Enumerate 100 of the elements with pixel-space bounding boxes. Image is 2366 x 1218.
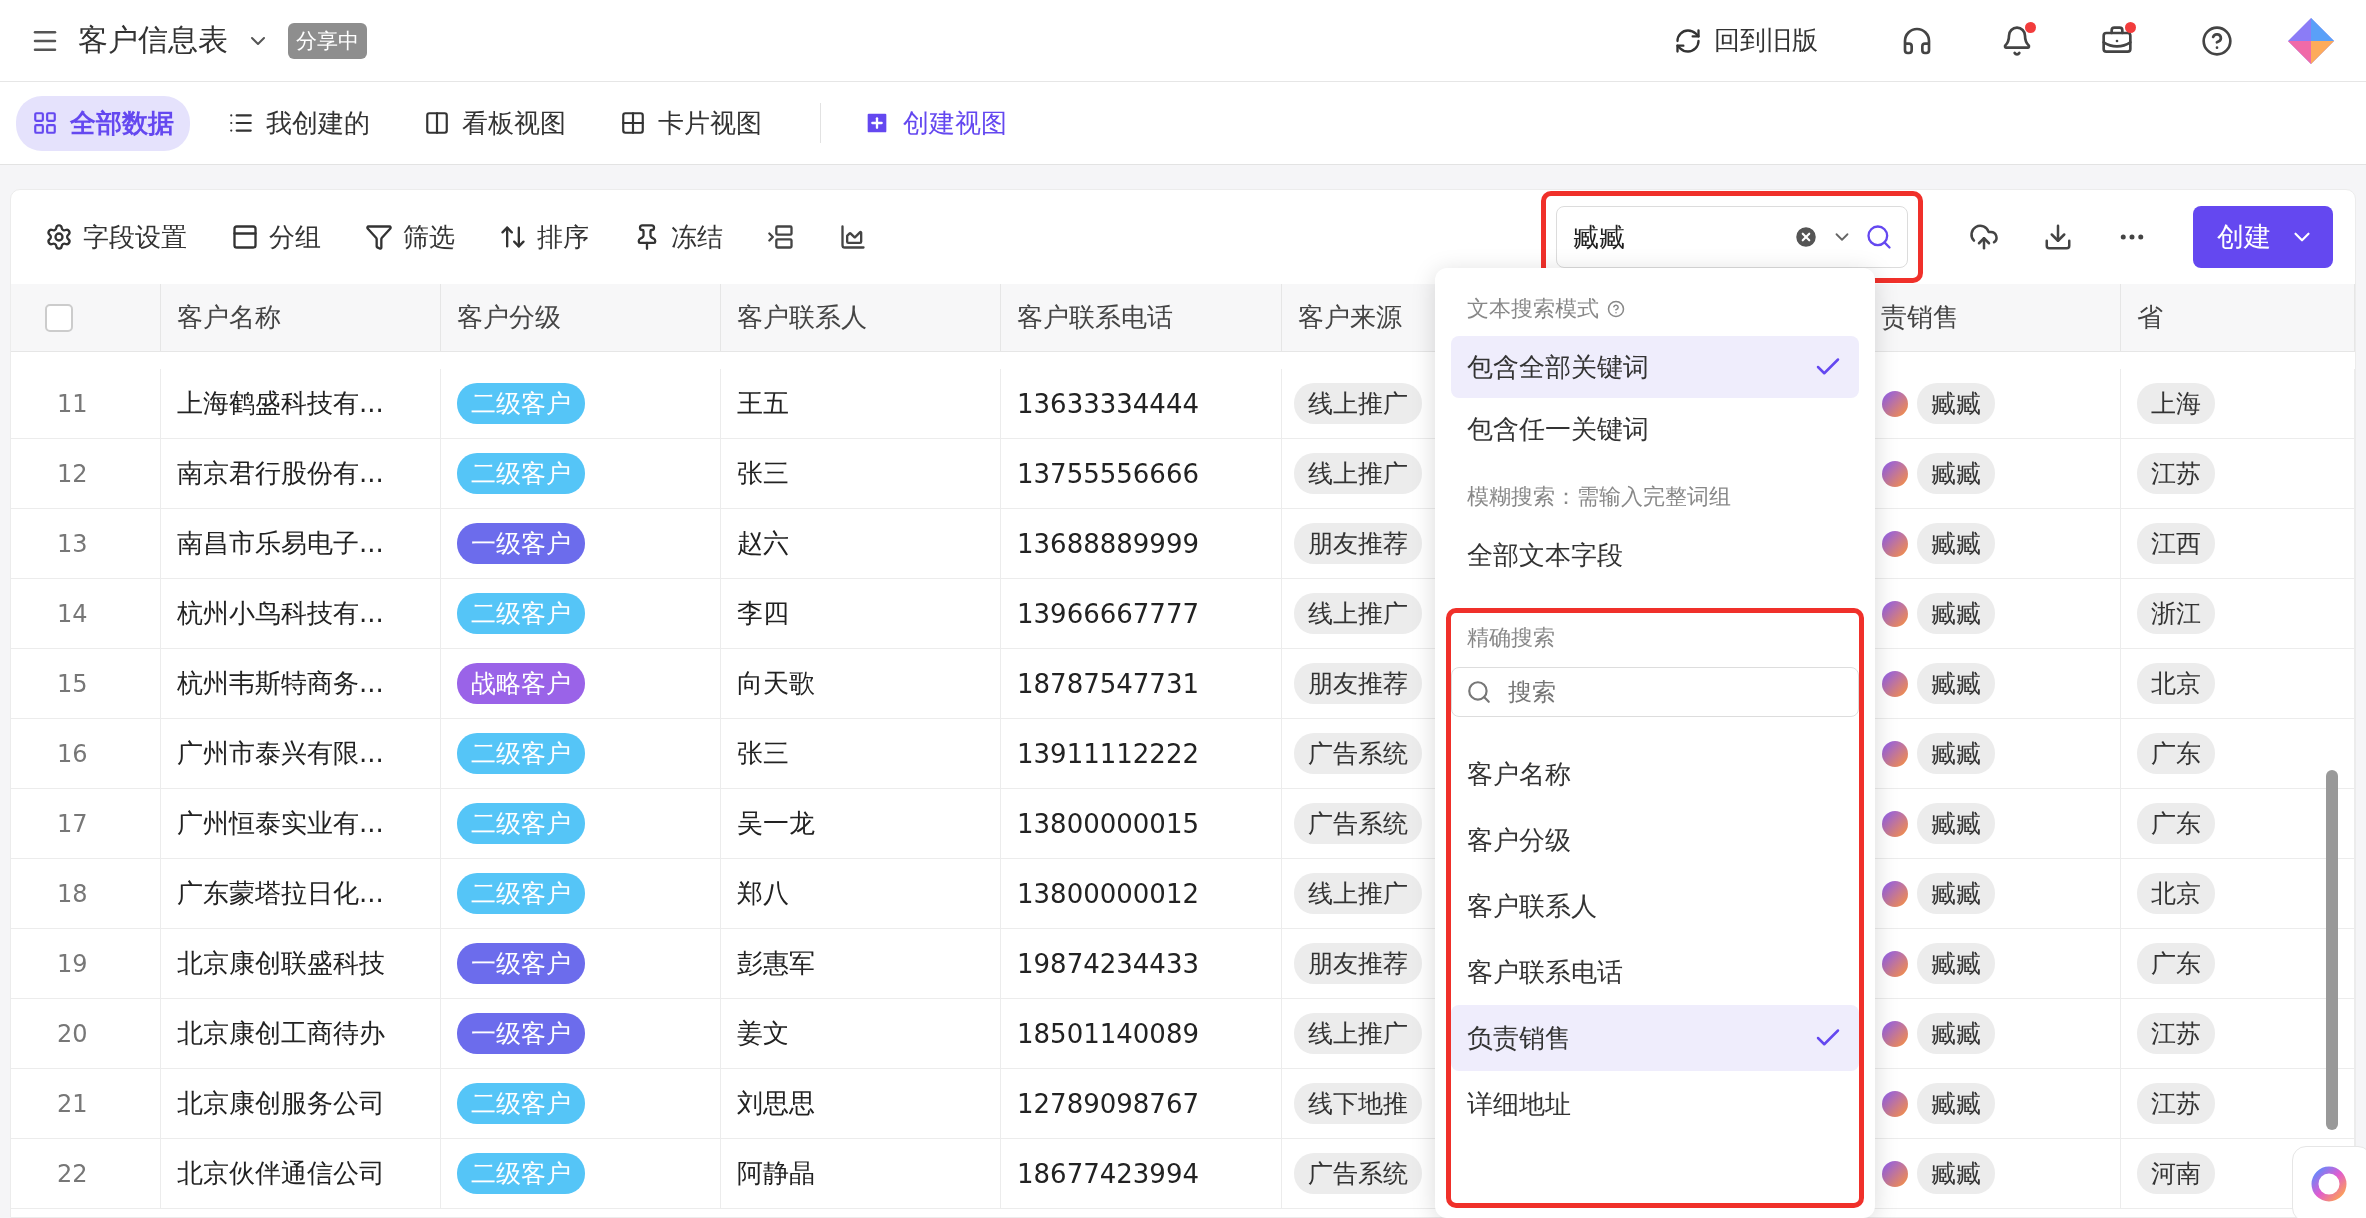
table-cell-text: 姜文 [737, 1017, 789, 1050]
clear-icon[interactable] [1793, 224, 1819, 250]
ring-icon [2309, 1164, 2349, 1204]
field-option[interactable]: 客户联系人 [1451, 873, 1859, 939]
search-icon [1466, 679, 1492, 705]
table-cell-text: 杭州小鸟科技有... [177, 597, 384, 630]
app-logo[interactable] [2286, 15, 2336, 66]
columns-icon [424, 110, 450, 136]
table-cell: 13911112222 [1017, 738, 1199, 769]
field-option[interactable]: 客户名称 [1451, 741, 1859, 807]
search-field[interactable]: 搜索 [1506, 677, 1844, 707]
table-cell: 13800000015 [1017, 808, 1199, 839]
avatar-icon [1881, 459, 1909, 488]
toolbar-button[interactable]: 筛选 [353, 213, 467, 261]
field-option[interactable]: 详细地址 [1451, 1071, 1859, 1137]
toolbar-button[interactable]: 冻结 [621, 213, 735, 261]
province-tag: 浙江 [2137, 593, 2215, 634]
menu-option[interactable]: 包含全部关键词 [1451, 336, 1859, 398]
avatar-icon [1881, 1089, 1909, 1118]
table-cell-text: 张三 [737, 457, 789, 490]
toolbar-button[interactable]: 排序 [487, 213, 601, 261]
tier-tag: 二级客户 [457, 1153, 585, 1194]
table-cell-text: 赵六 [737, 527, 789, 560]
view-tab[interactable]: 我创建的 [212, 95, 386, 151]
salesperson-tag: 臧臧 [1917, 873, 1995, 914]
row-number: 17 [57, 809, 88, 838]
create-button[interactable]: 创建 [2193, 206, 2333, 268]
table-cell-text: 北京康创联盛科技 [177, 947, 385, 980]
salesperson-tag: 臧臧 [1917, 663, 1995, 704]
select-all-checkbox[interactable] [45, 303, 73, 332]
province-tag: 广东 [2137, 733, 2215, 774]
tier-tag: 二级客户 [457, 1083, 585, 1124]
download-icon[interactable] [2043, 222, 2073, 252]
avatar-icon [1881, 1159, 1909, 1188]
salesperson-tag: 臧臧 [1917, 593, 1995, 634]
salesperson-tag: 臧臧 [1917, 523, 1995, 564]
toolbar-button[interactable]: 字段设置 [33, 213, 199, 261]
province-tag: 上海 [2137, 383, 2215, 424]
salesperson-tag: 臧臧 [1917, 803, 1995, 844]
upload-icon[interactable] [1969, 222, 1999, 252]
avatar-icon [1881, 389, 1909, 418]
source-tag: 线上推广 [1294, 1013, 1422, 1054]
province-tag: 河南 [2137, 1153, 2215, 1194]
section-label: 文本搜索模式 [1467, 295, 1599, 323]
table-cell-text: 吴一龙 [737, 807, 815, 840]
source-tag: 线上推广 [1294, 383, 1422, 424]
chart-icon[interactable] [839, 223, 867, 251]
table-cell-text: 阿静晶 [737, 1157, 815, 1190]
column-header: 客户名称 [177, 301, 281, 334]
avatar-icon [1881, 599, 1909, 628]
province-tag: 江苏 [2137, 1013, 2215, 1054]
field-option[interactable]: 负责销售 [1451, 1005, 1859, 1071]
row-number: 15 [57, 669, 88, 698]
table-cell-text: 张三 [737, 737, 789, 770]
table-cell-text: 广州市泰兴有限... [177, 737, 384, 770]
assistant-button[interactable] [2292, 1146, 2366, 1218]
create-view-link[interactable]: 创建视图 [863, 105, 1007, 141]
legacy-version-link[interactable]: 回到旧版 [1674, 23, 1818, 58]
source-tag: 朋友推荐 [1294, 523, 1422, 564]
source-tag: 广告系统 [1294, 733, 1422, 774]
sheet-title: 客户信息表 [78, 21, 228, 59]
source-tag: 广告系统 [1294, 1153, 1422, 1194]
refresh-icon [1674, 26, 1702, 55]
tier-tag: 二级客户 [457, 733, 585, 774]
toolbar-button[interactable]: 分组 [219, 213, 333, 261]
bell-icon[interactable] [2001, 24, 2033, 57]
field-search-input[interactable]: 搜索 [1451, 667, 1859, 717]
field-option[interactable]: 客户分级 [1451, 807, 1859, 873]
row-number: 13 [57, 529, 88, 558]
search-icon[interactable] [1865, 223, 1893, 251]
salesperson-tag: 臧臧 [1917, 943, 1995, 984]
tier-tag: 一级客户 [457, 1013, 585, 1054]
tier-tag: 二级客户 [457, 383, 585, 424]
search-bar[interactable]: 臧臧 [1556, 206, 1908, 268]
view-tab[interactable]: 全部数据 [16, 95, 190, 151]
field-option[interactable]: 客户联系电话 [1451, 939, 1859, 1005]
table-cell: 13633334444 [1017, 388, 1199, 419]
table-cell-text: 李四 [737, 597, 789, 630]
tier-tag: 二级客户 [457, 593, 585, 634]
menu-option[interactable]: 全部文本字段 [1451, 524, 1859, 586]
source-tag: 线下地推 [1294, 1083, 1422, 1124]
table-cell-text: 刘思思 [737, 1087, 815, 1120]
table-cell: 18677423994 [1017, 1158, 1199, 1189]
avatar-icon [1881, 879, 1909, 908]
section-label: 模糊搜索：需输入完整词组 [1466, 483, 1732, 511]
table-cell-text: 王五 [737, 387, 789, 420]
province-tag: 江苏 [2137, 453, 2215, 494]
grid-icon [620, 110, 646, 136]
tier-tag: 战略客户 [457, 663, 585, 704]
view-tab[interactable]: 看板视图 [408, 95, 582, 151]
row-number: 14 [57, 599, 88, 628]
column-header: 客户分级 [457, 301, 561, 334]
table-cell-text: 广东蒙塔拉日化... [177, 877, 384, 910]
help-icon[interactable] [2201, 24, 2233, 57]
search-field[interactable]: 臧臧 [1571, 221, 1781, 253]
table-cell: 13800000012 [1017, 878, 1199, 909]
province-tag: 北京 [2137, 663, 2215, 704]
view-tab[interactable]: 卡片视图 [604, 95, 778, 151]
menu-option[interactable]: 包含任一关键词 [1451, 398, 1859, 460]
row-height-icon[interactable] [767, 223, 795, 251]
